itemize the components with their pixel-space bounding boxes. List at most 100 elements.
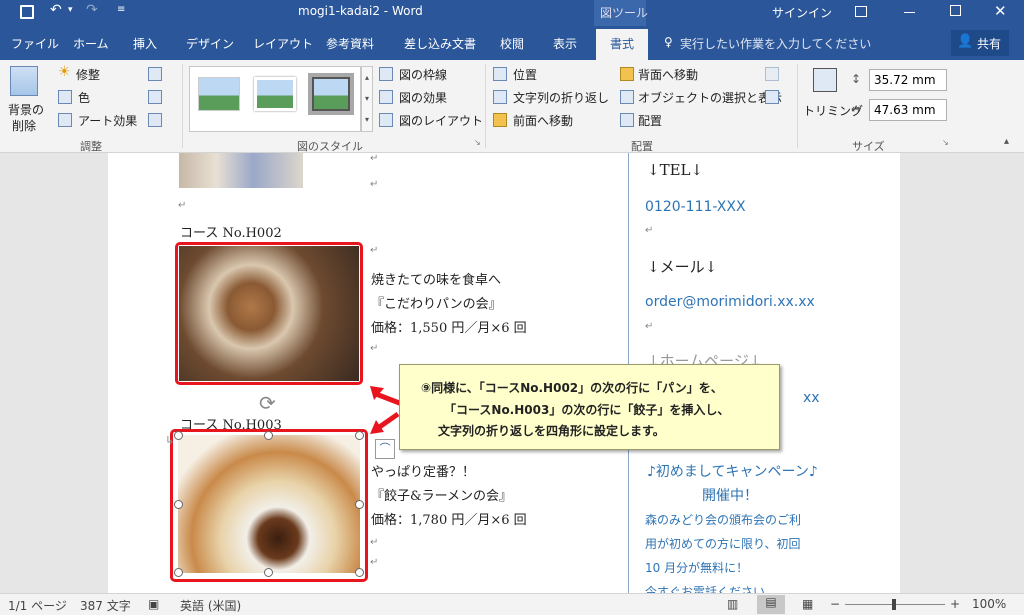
tab-layout[interactable]: レイアウト	[253, 35, 313, 52]
selection-handle[interactable]	[174, 431, 183, 440]
layout-options-icon[interactable]: ⌒	[375, 439, 395, 459]
separator	[485, 64, 486, 148]
zoom-out-icon[interactable]: −	[830, 597, 840, 611]
sun-icon: ☀	[58, 64, 71, 80]
tab-references[interactable]: 参考資料	[326, 35, 374, 52]
color-button[interactable]: 色	[58, 89, 108, 107]
corrections-button[interactable]: ☀ 修整	[58, 64, 118, 84]
picture-border-icon	[379, 67, 393, 81]
selection-handle[interactable]	[355, 500, 364, 509]
color-label: 色	[78, 91, 91, 105]
zoom-in-icon[interactable]: +	[950, 597, 960, 611]
bring-forward-button[interactable]: 前面へ移動	[493, 112, 593, 130]
web-layout-icon[interactable]: ▦	[802, 597, 813, 611]
separator	[797, 64, 798, 148]
campaign-body-4: 今すぐお電話ください。	[645, 585, 778, 593]
gallery-scroll[interactable]: ▴ ▾ ▾	[361, 66, 373, 132]
bring-forward-icon	[493, 113, 507, 127]
selection-handle[interactable]	[355, 568, 364, 577]
wrap-text-button[interactable]: 文字列の折り返し	[493, 89, 617, 107]
course2-line2: 『こだわりパンの会』	[371, 297, 502, 312]
group-objects-icon[interactable]	[765, 67, 779, 81]
signin-link[interactable]: サインイン	[772, 4, 832, 21]
align-icon	[620, 113, 634, 127]
position-button[interactable]: 位置	[493, 66, 553, 84]
tab-design[interactable]: デザイン	[186, 35, 234, 52]
ribbon-display-icon[interactable]	[855, 6, 867, 17]
tab-review[interactable]: 校閲	[500, 35, 524, 52]
align-button[interactable]: 配置	[620, 112, 680, 130]
minimize-icon[interactable]	[904, 12, 915, 13]
close-icon[interactable]: ✕	[994, 2, 1007, 20]
tab-home[interactable]: ホーム	[73, 35, 109, 52]
crop-button[interactable]: トリミング	[803, 64, 863, 134]
artistic-effects-button[interactable]: アート効果	[58, 112, 142, 130]
page-count[interactable]: 1/1 ページ	[8, 597, 67, 614]
homepage-url-tail: xx	[803, 390, 820, 406]
rice-bowl-image[interactable]	[179, 153, 303, 188]
share-button[interactable]: 👤 共有	[951, 30, 1009, 56]
width-icon: ↔	[851, 102, 862, 116]
height-field[interactable]	[869, 69, 947, 91]
picture-styles-gallery[interactable]	[189, 66, 361, 132]
undo-icon[interactable]: ↶	[50, 2, 62, 18]
language[interactable]: 英語 (米国)	[180, 597, 241, 614]
zoom-slider-thumb[interactable]	[892, 599, 896, 610]
customize-toolbar-icon[interactable]: ≡	[117, 4, 125, 15]
course2-line1: 焼きたての味を食卓へ	[371, 273, 502, 288]
maximize-icon[interactable]	[950, 5, 961, 16]
paragraph-mark: ↵	[370, 245, 379, 256]
callout-line-1: ⑨同様に、「コースNo.H002」の次の行に「パン」を、	[421, 381, 723, 395]
tab-view[interactable]: 表示	[553, 35, 577, 52]
paragraph-mark: ↵	[370, 557, 379, 568]
tab-mailings[interactable]: 差し込み文書	[404, 35, 476, 52]
change-picture-icon[interactable]	[148, 90, 162, 104]
style-thumb-1[interactable]	[198, 77, 240, 111]
undo-dropdown-icon[interactable]: ▾	[68, 5, 73, 15]
style-thumb-2[interactable]	[254, 77, 296, 111]
save-icon[interactable]	[20, 5, 34, 19]
gyoza-image[interactable]	[178, 435, 360, 573]
remove-background-button[interactable]: 背景の 削除	[4, 64, 44, 134]
tab-file[interactable]: ファイル	[11, 35, 59, 52]
bread-image[interactable]	[179, 246, 359, 381]
arrange-group-label: 配置	[631, 140, 653, 153]
rotate-icon[interactable]	[765, 90, 779, 104]
word-count[interactable]: 387 文字	[80, 597, 131, 614]
redo-icon[interactable]: ↷	[86, 2, 98, 18]
height-icon: ↕	[851, 72, 862, 86]
picture-border-button[interactable]: 図の枠線	[379, 66, 459, 84]
selection-pane-button[interactable]: オブジェクトの選択と表示	[620, 89, 782, 107]
selection-handle[interactable]	[264, 431, 273, 440]
wrap-text-icon	[493, 90, 507, 104]
course2-line3: 価格：1,550 円／月×6 回	[371, 321, 527, 336]
compress-pictures-icon[interactable]	[148, 67, 162, 81]
picture-styles-group-label: 図のスタイル	[297, 140, 363, 153]
width-field[interactable]	[869, 99, 947, 121]
tab-insert[interactable]: 挿入	[133, 35, 157, 52]
collapse-ribbon-icon[interactable]: ▴	[1004, 136, 1009, 147]
rotate-handle-icon[interactable]: ⟳	[259, 391, 276, 415]
proofing-icon[interactable]: ▣	[148, 597, 159, 611]
picture-effects-button[interactable]: 図の効果	[379, 89, 459, 107]
picture-layout-icon	[379, 113, 393, 127]
style-thumb-3[interactable]	[308, 73, 354, 115]
send-backward-icon	[620, 67, 634, 81]
tab-format[interactable]: 書式	[596, 29, 649, 60]
campaign-body-1: 森のみどり会の頒布会のご利	[645, 513, 802, 527]
reset-picture-icon[interactable]	[148, 113, 162, 127]
selection-handle[interactable]	[174, 568, 183, 577]
dialog-launcher-icon[interactable]: ↘	[474, 138, 481, 147]
send-backward-button[interactable]: 背面へ移動	[620, 66, 720, 84]
selection-handle[interactable]	[174, 500, 183, 509]
callout-line-2: 「コースNo.H003」の次の行に「餃子」を挿入し、	[444, 403, 730, 417]
print-layout-icon[interactable]: ▤	[757, 595, 785, 614]
size-dialog-launcher-icon[interactable]: ↘	[942, 138, 949, 147]
tell-me-search[interactable]: 実行したい作業を入力してください	[680, 35, 871, 52]
selection-handle[interactable]	[264, 568, 273, 577]
color-icon	[58, 90, 72, 104]
position-label: 位置	[513, 68, 538, 82]
zoom-level[interactable]: 100%	[972, 597, 1006, 611]
picture-layout-button[interactable]: 図のレイアウト	[379, 112, 483, 130]
read-mode-icon[interactable]: ▥	[727, 597, 738, 611]
